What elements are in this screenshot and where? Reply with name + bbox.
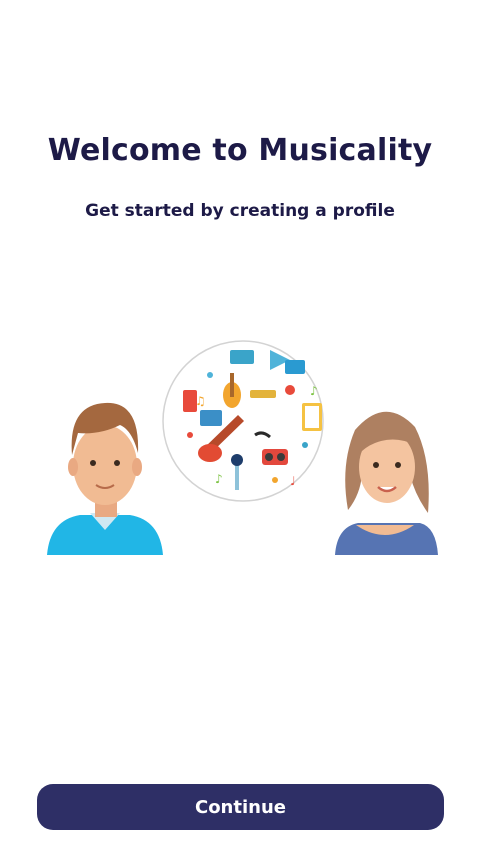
- music-instruments-circle-icon: ♪ ♫ ♩ ♪: [162, 340, 324, 502]
- welcome-illustration: ♪ ♫ ♩ ♪: [47, 340, 438, 555]
- page-subtitle: Get started by creating a profile: [85, 201, 395, 221]
- svg-text:♩: ♩: [290, 474, 296, 488]
- woman-avatar-icon: [335, 411, 438, 555]
- continue-button[interactable]: Continue: [37, 784, 444, 830]
- page-title: Welcome to Musicality: [47, 133, 433, 168]
- man-avatar-icon: [47, 402, 163, 555]
- svg-text:♪: ♪: [310, 384, 318, 398]
- svg-text:♫: ♫: [195, 394, 206, 408]
- svg-text:♪: ♪: [215, 472, 223, 486]
